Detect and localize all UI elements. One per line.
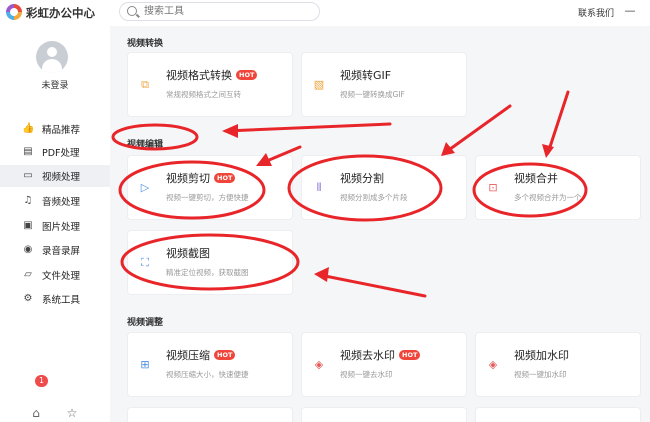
- sidebar-item-label: 图片处理: [42, 222, 81, 233]
- pdf-icon: ▤: [23, 146, 33, 157]
- microphone-icon: ◉: [23, 244, 33, 255]
- sidebar-item-audio[interactable]: ♫ 音频处理: [0, 190, 110, 212]
- login-status[interactable]: 未登录: [0, 78, 110, 91]
- main-content: 视频转换 ⧉ 视频格式转换 HOT 常规视频格式之间互转 ▧ 视频转GIF 视频一…: [110, 26, 650, 422]
- card-desc: 视频分割成多个片段: [340, 193, 408, 202]
- search-input[interactable]: [144, 4, 314, 19]
- sidebar-item-label: 精品推荐: [42, 125, 81, 136]
- sidebar-item-file[interactable]: ▱ 文件处理: [0, 264, 110, 286]
- search-box[interactable]: [119, 2, 320, 21]
- card-desc: 精准定位视频，获取截图: [166, 268, 249, 277]
- card-title: 视频截图: [166, 247, 210, 260]
- hot-badge: HOT: [214, 350, 236, 360]
- thumbs-up-icon: 👍: [22, 123, 35, 134]
- sidebar-item-label: 文件处理: [42, 271, 81, 282]
- card-video-cut[interactable]: ▷ 视频剪切 HOT 视频一键剪切，方便快捷: [127, 155, 293, 220]
- gif-icon: ▧: [313, 78, 325, 91]
- card-title: 视频剪切 HOT: [166, 170, 236, 186]
- video-split-icon: ⦀: [316, 181, 322, 194]
- sidebar-item-video[interactable]: ▭ 视频处理: [0, 165, 110, 187]
- card-partial[interactable]: [127, 407, 293, 422]
- search-icon: [127, 6, 137, 16]
- video-cut-icon: ▷: [140, 181, 150, 194]
- card-title: 视频合并: [514, 172, 558, 185]
- image-icon: ▣: [23, 220, 33, 231]
- sidebar-item-label: 音频处理: [42, 197, 81, 208]
- section-title-edit: 视频编辑: [127, 140, 164, 150]
- hot-badge: HOT: [236, 70, 258, 80]
- card-desc: 多个视频合并为一个: [514, 193, 582, 202]
- sidebar-item-label: PDF处理: [42, 148, 80, 159]
- sidebar-item-pdf[interactable]: ▤ PDF处理: [0, 141, 110, 163]
- card-title: 视频转GIF: [340, 69, 392, 82]
- sidebar-item-image[interactable]: ▣ 图片处理: [0, 215, 110, 237]
- card-video-format-convert[interactable]: ⧉ 视频格式转换 HOT 常规视频格式之间互转: [127, 52, 293, 117]
- section-title-convert: 视频转换: [127, 39, 164, 49]
- card-desc: 常规视频格式之间互转: [166, 90, 241, 99]
- card-title: 视频加水印: [514, 349, 569, 362]
- sidebar-item-system[interactable]: ⚙ 系统工具: [0, 288, 110, 310]
- card-desc: 视频压缩大小，快速便捷: [166, 370, 249, 379]
- hot-badge: HOT: [399, 350, 421, 360]
- format-convert-icon: ⧉: [141, 78, 149, 91]
- video-merge-icon: ⊡: [488, 181, 498, 194]
- music-note-icon: ♫: [23, 195, 33, 206]
- card-video-split[interactable]: ⦀ 视频分割 视频分割成多个片段: [301, 155, 467, 220]
- avatar[interactable]: [36, 41, 68, 73]
- card-desc: 视频一键去水印: [340, 370, 393, 379]
- card-video-add-watermark[interactable]: ◈ 视频加水印 视频一键加水印: [475, 332, 641, 397]
- card-partial[interactable]: [475, 407, 641, 422]
- app-title: 彩虹办公中心: [26, 6, 95, 20]
- video-icon: ▭: [23, 170, 33, 181]
- sidebar-item-label: 视频处理: [42, 172, 81, 183]
- compress-icon: ⊞: [140, 358, 150, 371]
- sidebar: 未登录 👍 精品推荐 ▤ PDF处理 ▭ 视频处理 ♫ 音频处理 ▣ 图片处理 …: [0, 26, 110, 422]
- sidebar-item-recommend[interactable]: 👍 精品推荐: [0, 118, 110, 140]
- card-partial[interactable]: [301, 407, 467, 422]
- screenshot-icon: ⛶: [141, 256, 149, 269]
- hot-badge: HOT: [214, 173, 236, 183]
- minimize-icon[interactable]: —: [623, 5, 637, 19]
- folder-icon: ▱: [24, 269, 32, 280]
- card-desc: 视频一键转换成GIF: [340, 90, 405, 99]
- card-video-screenshot[interactable]: ⛶ 视频截图 精准定位视频，获取截图: [127, 230, 293, 295]
- home-icon[interactable]: ⌂: [29, 406, 43, 420]
- card-video-merge[interactable]: ⊡ 视频合并 多个视频合并为一个: [475, 155, 641, 220]
- notification-badge: 1: [35, 375, 48, 387]
- section-title-adjust: 视频调整: [127, 318, 164, 328]
- card-title: 视频压缩 HOT: [166, 347, 236, 363]
- card-title: 视频格式转换 HOT: [166, 67, 258, 83]
- card-title: 视频去水印 HOT: [340, 347, 421, 363]
- rainbow-logo-icon: [6, 4, 22, 20]
- card-desc: 视频一键加水印: [514, 370, 567, 379]
- gear-icon: ⚙: [23, 293, 33, 304]
- card-video-remove-watermark[interactable]: ◈ 视频去水印 HOT 视频一键去水印: [301, 332, 467, 397]
- sidebar-item-recording[interactable]: ◉ 录音录屏: [0, 239, 110, 261]
- card-video-to-gif[interactable]: ▧ 视频转GIF 视频一键转换成GIF: [301, 52, 467, 117]
- star-icon[interactable]: ☆: [65, 406, 79, 420]
- contact-us-link[interactable]: 联系我们: [578, 6, 614, 19]
- card-video-compress[interactable]: ⊞ 视频压缩 HOT 视频压缩大小，快速便捷: [127, 332, 293, 397]
- sidebar-item-label: 系统工具: [42, 295, 81, 306]
- card-title: 视频分割: [340, 172, 384, 185]
- card-desc: 视频一键剪切，方便快捷: [166, 193, 249, 202]
- add-watermark-icon: ◈: [488, 358, 498, 371]
- sidebar-item-label: 录音录屏: [42, 246, 81, 257]
- title-bar: 彩虹办公中心 联系我们 —: [0, 0, 650, 26]
- remove-watermark-icon: ◈: [314, 358, 324, 371]
